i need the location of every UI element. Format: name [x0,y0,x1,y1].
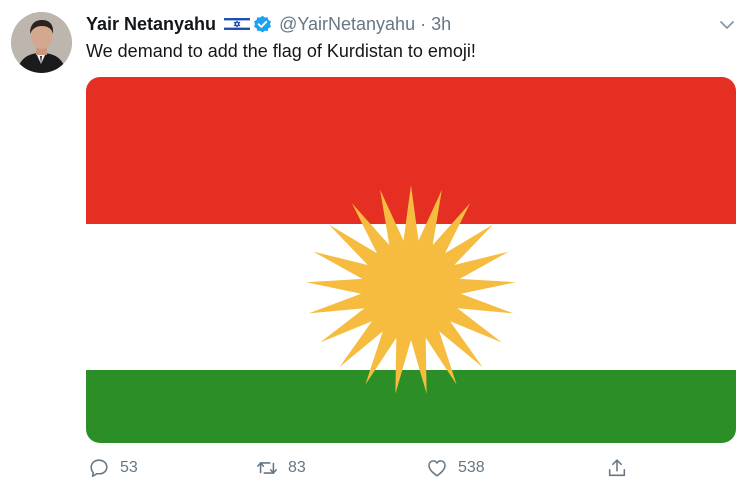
tweet-menu-button[interactable] [716,14,738,36]
tweet-header: Yair Netanyahu @YairNetanyahu · 3h [86,12,451,36]
speech-bubble-icon [90,459,108,478]
tweet-card: Yair Netanyahu @YairNetanyahu · 3h We de… [0,0,750,490]
tweet-actions: 53 83 538 [86,454,736,482]
header-separator: · [420,13,427,34]
reply-button[interactable]: 53 [88,454,138,482]
retweet-icon [257,462,277,474]
tweet-media[interactable] [86,77,736,443]
like-count: 538 [458,459,485,476]
reply-count: 53 [120,459,138,476]
tweet-text: We demand to add the flag of Kurdistan t… [86,41,476,61]
avatar[interactable] [11,12,72,73]
heart-icon [428,460,446,477]
tweet-timestamp[interactable]: 3h [431,14,451,35]
author-name[interactable]: Yair Netanyahu [86,14,216,35]
kurdistan-flag-image [86,77,736,443]
like-button[interactable]: 538 [426,454,485,482]
avatar-image [11,12,72,73]
share-icon [608,459,626,477]
share-button[interactable] [606,454,638,482]
retweet-button[interactable]: 83 [256,454,306,482]
chevron-down-icon [720,21,734,29]
israel-flag-icon [224,16,251,32]
retweet-count: 83 [288,459,306,476]
flag-green-band [86,370,736,443]
author-handle[interactable]: @YairNetanyahu [279,14,415,35]
verified-badge-icon [253,15,272,34]
